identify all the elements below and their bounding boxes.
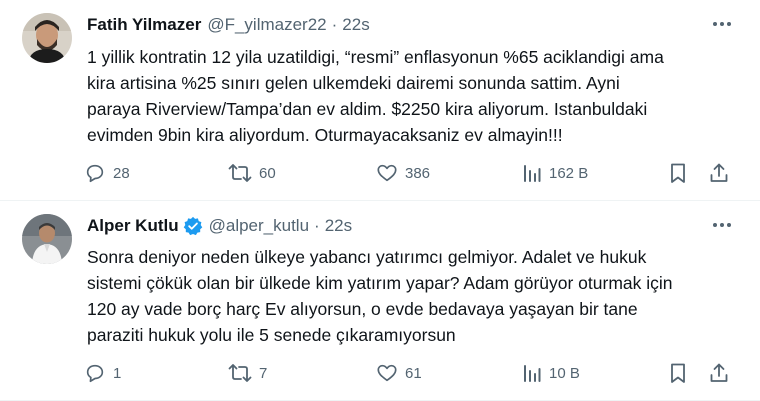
like-button[interactable]: 61 <box>376 360 422 386</box>
tweet[interactable]: Alper Kutlu @alper_kutlu · 22s Sonra den… <box>0 201 760 401</box>
avatar[interactable] <box>22 13 72 63</box>
user-handle[interactable]: @alper_kutlu <box>209 216 309 236</box>
heart-icon <box>377 364 397 382</box>
views-chart-icon <box>524 165 541 182</box>
bookmark-button[interactable] <box>668 360 688 386</box>
reply-icon <box>86 164 104 183</box>
views-chart-icon <box>524 365 541 382</box>
more-options-button[interactable] <box>710 215 734 235</box>
share-icon <box>710 363 728 382</box>
views-count: 10 B <box>549 364 580 382</box>
user-handle[interactable]: @F_yilmazer22 <box>207 15 326 35</box>
retweet-count: 7 <box>259 364 268 382</box>
reply-icon <box>86 364 104 383</box>
tweet[interactable]: Fatih Yilmazer @F_yilmazer22 · 22s 1 yil… <box>0 0 760 201</box>
bookmark-icon <box>671 163 685 183</box>
tweet-text: Sonra deniyor neden ülkeye yabancı yatır… <box>87 247 673 345</box>
timestamp[interactable]: 22s <box>325 216 352 236</box>
tweet-header: Fatih Yilmazer @F_yilmazer22 · 22s <box>87 13 370 37</box>
tweet-text: 1 yillik kontratin 12 yila uzatildigi, “… <box>87 47 664 145</box>
heart-icon <box>377 164 397 182</box>
more-horizontal-icon <box>713 223 731 227</box>
retweet-icon <box>228 364 252 382</box>
display-name[interactable]: Alper Kutlu <box>87 216 179 236</box>
views-button[interactable]: 162 B <box>522 160 588 186</box>
display-name[interactable]: Fatih Yilmazer <box>87 15 201 35</box>
more-horizontal-icon <box>713 22 731 26</box>
avatar[interactable] <box>22 214 72 264</box>
tweet-actions: 1 7 61 10 B <box>84 360 740 386</box>
like-count: 61 <box>405 364 422 382</box>
like-count: 386 <box>405 164 431 182</box>
retweet-icon <box>228 164 252 182</box>
reply-count: 1 <box>113 364 122 382</box>
separator-dot: · <box>314 216 320 235</box>
separator-dot: · <box>331 15 338 34</box>
views-button[interactable]: 10 B <box>522 360 580 386</box>
more-options-button[interactable] <box>710 14 734 34</box>
share-button[interactable] <box>708 160 730 186</box>
tweet-header: Alper Kutlu @alper_kutlu · 22s <box>87 214 352 238</box>
share-icon <box>710 163 728 182</box>
share-button[interactable] <box>708 360 730 386</box>
tweet-actions: 28 60 386 162 B <box>84 160 740 186</box>
reply-count: 28 <box>113 164 130 182</box>
views-count: 162 B <box>549 164 589 182</box>
reply-button[interactable]: 1 <box>84 360 121 386</box>
reply-button[interactable]: 28 <box>84 160 130 186</box>
bookmark-icon <box>671 363 685 383</box>
verified-badge[interactable] <box>183 216 203 236</box>
like-button[interactable]: 386 <box>376 160 430 186</box>
bookmark-button[interactable] <box>668 160 688 186</box>
verified-badge-icon <box>183 216 202 236</box>
retweet-count: 60 <box>259 164 276 182</box>
retweet-button[interactable]: 60 <box>228 160 276 186</box>
retweet-button[interactable]: 7 <box>228 360 267 386</box>
timestamp[interactable]: 22s <box>342 15 369 35</box>
